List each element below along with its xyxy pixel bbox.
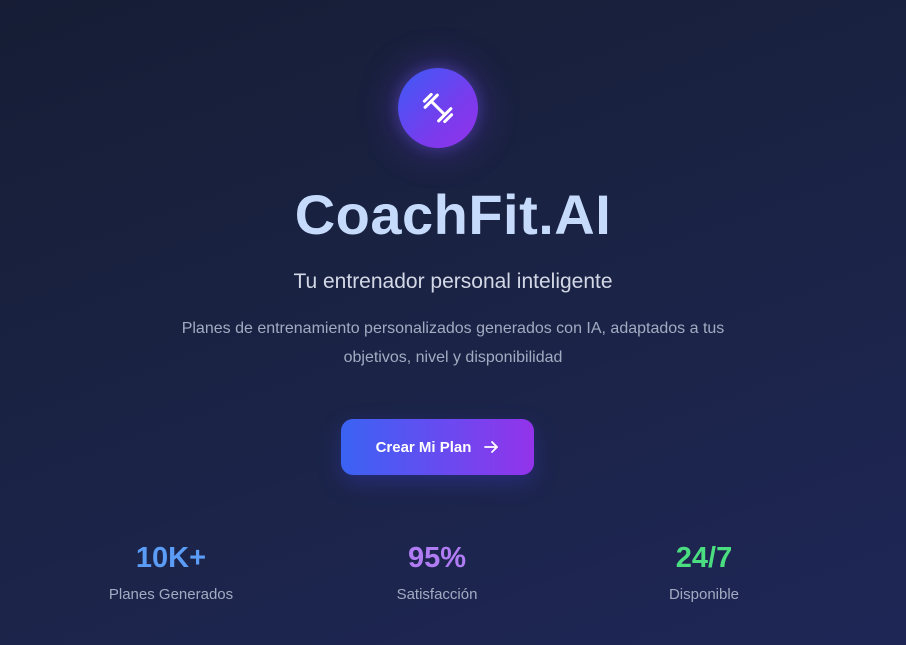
dumbbell-icon	[422, 92, 454, 124]
stat-plans-generated: 10K+ Planes Generados	[71, 540, 271, 605]
app-subtitle: Tu entrenador personal inteligente	[293, 270, 613, 293]
stat-availability: 24/7 Disponible	[604, 540, 804, 605]
stat-label: Satisfacción	[396, 586, 478, 603]
stat-value: 10K+	[135, 542, 207, 574]
app-title: CoachFit.AI	[294, 183, 612, 246]
arrow-right-icon	[483, 439, 499, 455]
stat-value: 24/7	[675, 542, 733, 574]
app-description: Planes de entrenamiento personalizados g…	[120, 314, 786, 372]
description-line-2: objetivos, nivel y disponibilidad	[343, 349, 563, 366]
stat-satisfaction: 95% Satisfacción	[337, 540, 537, 605]
create-plan-label: Crear Mi Plan	[375, 438, 472, 456]
logo-badge	[398, 68, 478, 148]
create-plan-button[interactable]: Crear Mi Plan	[341, 419, 534, 475]
stat-value: 95%	[407, 542, 467, 574]
description-line-1: Planes de entrenamiento personalizados g…	[181, 320, 725, 337]
stat-label: Planes Generados	[108, 586, 234, 603]
stat-label: Disponible	[668, 586, 740, 603]
